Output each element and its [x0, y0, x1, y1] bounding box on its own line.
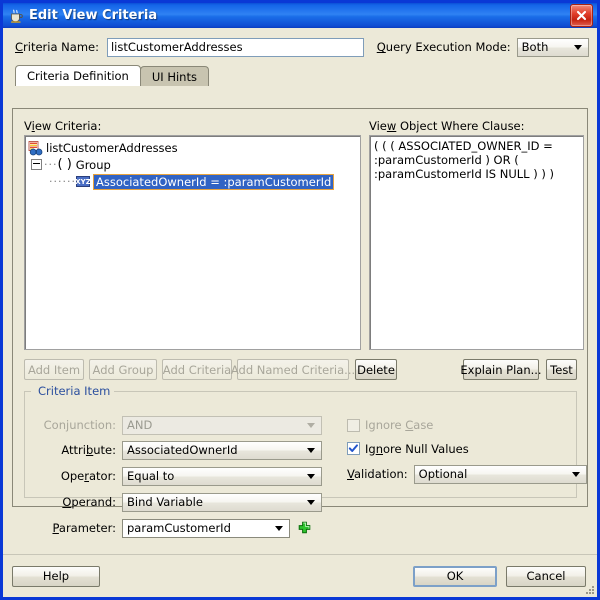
tab-criteria-definition-label: Criteria Definition — [27, 69, 129, 83]
operand-value: Bind Variable — [127, 495, 203, 509]
chevron-down-icon — [572, 472, 580, 477]
attribute-row: Attribute: AssociatedOwnerId — [34, 437, 334, 463]
group-paren: ( ) — [57, 157, 72, 172]
svg-text:XYZ: XYZ — [76, 178, 90, 186]
resize-grip-icon[interactable] — [583, 584, 595, 596]
title-bar[interactable]: Edit View Criteria — [3, 3, 597, 28]
view-criteria-tree[interactable]: listCustomerAddresses ··· ( ) Group ····… — [24, 135, 361, 350]
tree-root-label: listCustomerAddresses — [46, 140, 178, 155]
ignore-case-row[interactable]: Ignore Case — [347, 413, 587, 437]
criteria-name-input[interactable]: listCustomerAddresses — [106, 37, 364, 57]
ignore-null-values-label: Ignore Null Values — [365, 441, 469, 456]
test-button[interactable]: Test — [546, 359, 577, 380]
help-button[interactable]: Help — [12, 565, 100, 587]
tab-ui-hints-label: UI Hints — [151, 69, 197, 84]
conjunction-value: AND — [127, 418, 153, 432]
criteria-toolbar: Add Item Add Group Add Criteria Add Name… — [24, 359, 397, 380]
tree-connector: ······ — [49, 175, 76, 188]
add-named-criteria-button[interactable]: Add Named Criteria... — [231, 359, 355, 380]
criteria-definition-panel: View Criteria: listCustomerAddresses ···… — [12, 108, 588, 538]
criteria-item-group-title: Criteria Item — [34, 384, 115, 398]
validation-value: Optional — [418, 467, 468, 481]
operator-row: Operator: Equal to — [34, 463, 334, 489]
where-clause-text: ( ( ( ASSOCIATED_OWNER_ID = :paramCustom… — [374, 139, 555, 181]
collapse-expander-icon[interactable] — [31, 159, 42, 170]
cancel-button[interactable]: Cancel — [506, 565, 586, 587]
ignore-case-label: Ignore Case — [365, 418, 434, 432]
ignore-null-values-row[interactable]: Ignore Null Values — [347, 437, 587, 460]
attribute-value: AssociatedOwnerId — [127, 443, 238, 457]
chevron-down-icon — [307, 474, 315, 479]
query-execution-mode-value: Both — [521, 40, 549, 54]
delete-button[interactable]: Delete — [355, 359, 397, 380]
parameter-select[interactable]: paramCustomerId — [122, 518, 290, 538]
criteria-item-right-column: Ignore Case Ignore Null Values Validatio… — [347, 413, 587, 488]
conjunction-row: Conjunction: AND — [34, 413, 334, 437]
close-icon[interactable] — [570, 4, 593, 27]
add-item-button[interactable]: Add Item — [24, 359, 84, 380]
dialog-body: Criteria Name: listCustomerAddresses Que… — [3, 28, 597, 554]
tree-row-root[interactable]: listCustomerAddresses — [27, 139, 358, 156]
top-form-row: Criteria Name: listCustomerAddresses Que… — [3, 28, 597, 58]
tree-item-label[interactable]: AssociatedOwnerId = :paramCustomerId — [92, 173, 335, 190]
attribute-label: Attribute: — [61, 443, 116, 457]
parameter-label: Parameter: — [52, 521, 116, 535]
operand-row: Operand: Bind Variable — [34, 489, 334, 515]
view-criteria-label: View Criteria: — [24, 119, 102, 133]
criteria-name-label: Criteria Name: — [15, 40, 99, 54]
conjunction-select: AND — [122, 415, 322, 435]
validation-label: Validation: — [347, 467, 408, 481]
criteria-item-group: Criteria Item Conjunction: AND Attribute… — [24, 384, 587, 538]
operator-select[interactable]: Equal to — [122, 466, 322, 486]
window-title: Edit View Criteria — [29, 8, 158, 23]
chevron-down-icon — [307, 500, 315, 505]
where-clause-box[interactable]: ( ( ( ASSOCIATED_OWNER_ID = :paramCustom… — [369, 135, 584, 350]
java-coffee-cup-icon — [8, 8, 24, 24]
tab-ui-hints[interactable]: UI Hints — [139, 66, 209, 86]
chevron-down-icon — [307, 423, 315, 428]
edit-view-criteria-dialog: Edit View Criteria Criteria Name: listCu… — [0, 0, 600, 600]
add-group-button[interactable]: Add Group — [89, 359, 157, 380]
validation-select[interactable]: Optional — [413, 464, 587, 484]
tree-row-group[interactable]: ··· ( ) Group — [27, 156, 358, 173]
parameter-row: Parameter: paramCustomerId — [34, 515, 334, 541]
parameter-value: paramCustomerId — [127, 521, 231, 535]
tree-group-label: Group — [75, 157, 111, 172]
ignore-null-values-checkbox[interactable] — [347, 442, 360, 455]
query-execution-mode-label: Query Execution Mode: — [376, 40, 511, 54]
green-plus-icon[interactable] — [297, 521, 312, 536]
criteria-item-left-column: Conjunction: AND Attribute: AssociatedOw… — [34, 413, 334, 541]
ok-button[interactable]: OK — [413, 565, 497, 587]
chevron-down-icon — [307, 448, 315, 453]
operand-select[interactable]: Bind Variable — [122, 492, 322, 512]
attribute-select[interactable]: AssociatedOwnerId — [122, 440, 322, 460]
dialog-footer: Help OK Cancel — [3, 554, 597, 597]
chevron-down-icon — [574, 45, 582, 50]
operator-value: Equal to — [127, 469, 175, 483]
tree-connector: ··· — [44, 158, 58, 171]
validation-row: Validation: Optional — [347, 460, 587, 488]
tree-row-item[interactable]: ······ XYZ AssociatedOwnerId = :paramCus… — [27, 173, 358, 190]
conjunction-label: Conjunction: — [43, 418, 116, 432]
view-criteria-icon — [27, 140, 43, 156]
query-execution-mode-select[interactable]: Both — [516, 37, 589, 57]
operator-label: Operator: — [60, 469, 116, 483]
where-clause-label: View Object Where Clause: — [369, 119, 525, 133]
xyz-variable-icon: XYZ — [75, 176, 91, 187]
tab-criteria-definition[interactable]: Criteria Definition — [15, 65, 141, 86]
tab-strip: Criteria Definition UI Hints — [15, 65, 597, 86]
chevron-down-icon — [275, 526, 283, 531]
add-criteria-button[interactable]: Add Criteria — [162, 359, 232, 380]
criteria-toolbar-right: Explain Plan... Test — [460, 359, 577, 380]
operand-label: Operand: — [62, 495, 116, 509]
ignore-case-checkbox[interactable] — [347, 418, 360, 432]
explain-plan-button[interactable]: Explain Plan... — [460, 359, 542, 380]
